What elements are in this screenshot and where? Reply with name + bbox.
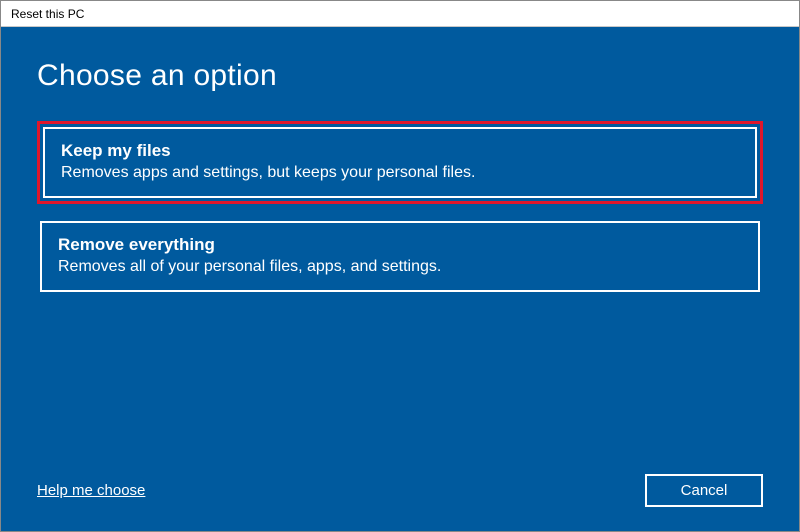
option-keep-desc: Removes apps and settings, but keeps you… bbox=[61, 164, 739, 182]
content-area: Choose an option Keep my files Removes a… bbox=[1, 27, 799, 531]
footer: Help me choose Cancel bbox=[37, 462, 763, 507]
option-remove-everything[interactable]: Remove everything Removes all of your pe… bbox=[40, 221, 760, 292]
option-remove-title: Remove everything bbox=[58, 235, 742, 255]
window-title: Reset this PC bbox=[11, 7, 84, 21]
help-me-choose-link[interactable]: Help me choose bbox=[37, 482, 145, 499]
reset-pc-window: Reset this PC Choose an option Keep my f… bbox=[0, 0, 800, 532]
option-remove-desc: Removes all of your personal files, apps… bbox=[58, 258, 742, 276]
window-titlebar: Reset this PC bbox=[1, 1, 799, 27]
page-title: Choose an option bbox=[37, 59, 763, 93]
option-keep-highlight: Keep my files Removes apps and settings,… bbox=[37, 121, 763, 204]
option-keep-my-files[interactable]: Keep my files Removes apps and settings,… bbox=[43, 127, 757, 198]
option-remove-wrap: Remove everything Removes all of your pe… bbox=[37, 218, 763, 295]
cancel-button[interactable]: Cancel bbox=[645, 474, 763, 507]
option-keep-title: Keep my files bbox=[61, 141, 739, 161]
